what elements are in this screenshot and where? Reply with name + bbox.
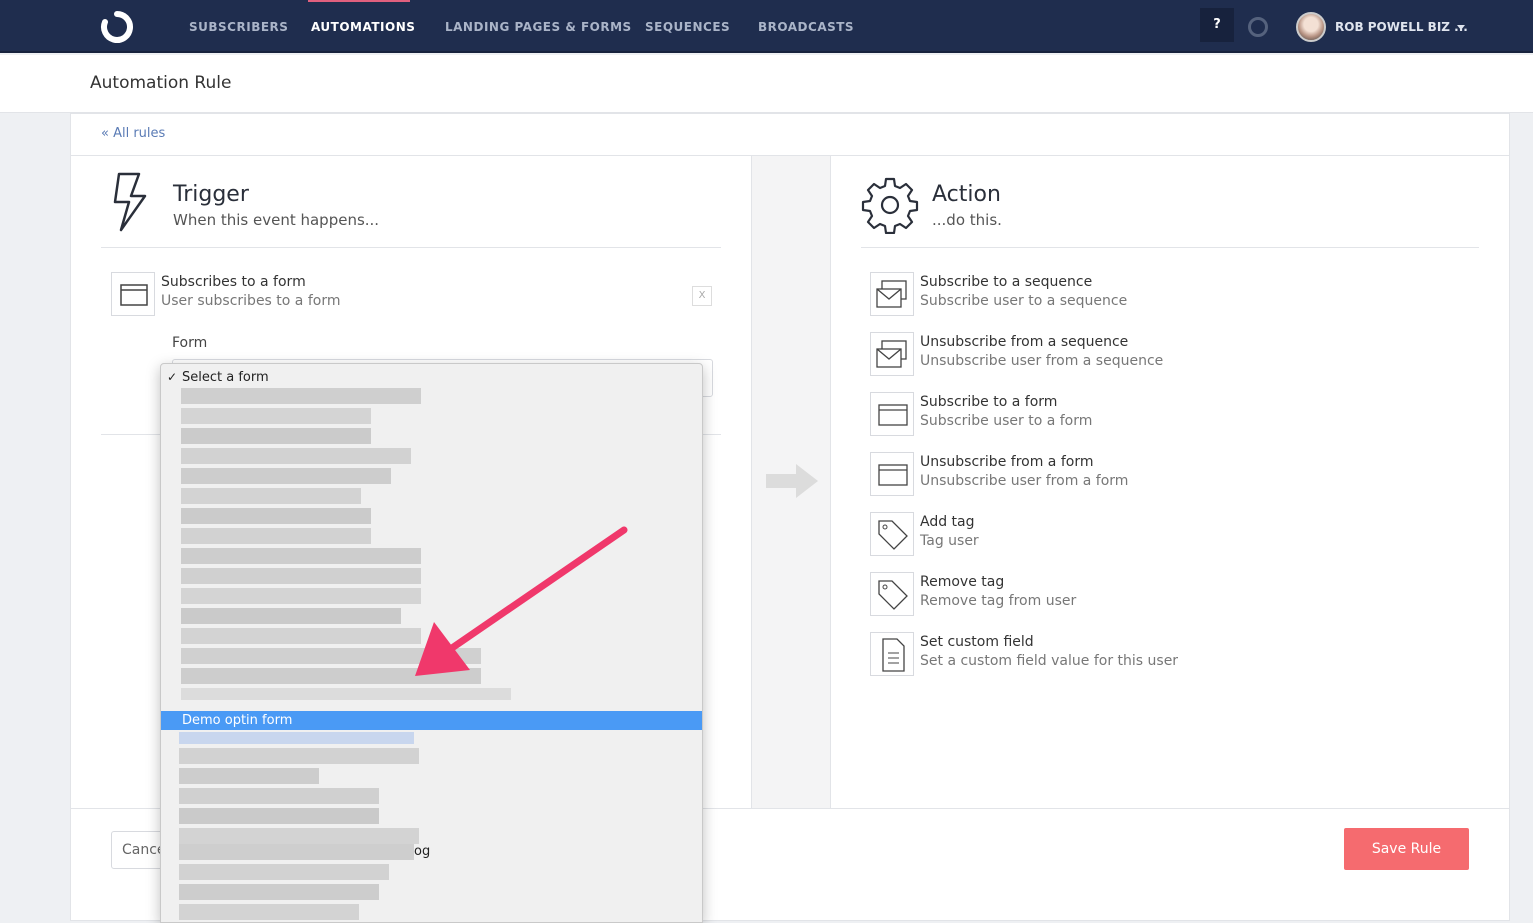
action-option-subtitle: Subscribe user to a form: [920, 413, 1093, 429]
chevron-down-icon[interactable]: [1457, 25, 1465, 34]
action-option-title: Unsubscribe from a form: [920, 454, 1094, 470]
action-option-subtitle: Unsubscribe user from a form: [920, 473, 1129, 489]
action-option-subtitle: Remove tag from user: [920, 593, 1077, 609]
action-option-subtitle: Set a custom field value for this user: [920, 653, 1179, 669]
help-button[interactable]: ?: [1200, 8, 1234, 42]
loading-ring-icon: [1248, 17, 1268, 37]
nav-sequences[interactable]: SEQUENCES: [645, 20, 730, 34]
trigger-name: Subscribes to a form: [161, 274, 306, 290]
form-label: Form: [172, 335, 208, 351]
form-icon: [870, 452, 914, 496]
save-rule-button[interactable]: Save Rule: [1344, 828, 1469, 870]
document-icon: [870, 632, 914, 676]
action-option-title: Unsubscribe from a sequence: [920, 334, 1129, 350]
user-menu[interactable]: ROB POWELL BIZ ...: [1335, 20, 1468, 34]
arrow-right-icon: [766, 464, 818, 498]
page-title: Automation Rule: [90, 73, 232, 93]
tag-icon: [870, 512, 914, 556]
remove-trigger-button[interactable]: X: [692, 286, 712, 306]
action-option-subtitle: Tag user: [920, 533, 979, 549]
form-icon: [111, 272, 155, 316]
avatar[interactable]: [1296, 12, 1326, 42]
sequence-icon: [870, 332, 914, 376]
dropdown-option-placeholder[interactable]: ✓ Select a form: [161, 368, 702, 387]
action-option-subtitle: Unsubscribe user from a sequence: [920, 353, 1164, 369]
action-option-title: Subscribe to a form: [920, 394, 1058, 410]
nav-automations[interactable]: AUTOMATIONS: [311, 20, 415, 34]
trigger-title: Trigger: [173, 182, 249, 207]
action-option-subtitle: Subscribe user to a sequence: [920, 293, 1128, 309]
top-nav: SUBSCRIBERS AUTOMATIONS LANDING PAGES & …: [0, 0, 1533, 53]
trigger-subtitle: When this event happens...: [173, 211, 380, 229]
sequence-icon: [870, 272, 914, 316]
flow-divider: [751, 156, 831, 808]
partial-option-text: og: [414, 844, 431, 859]
checkmark-icon: ✓: [167, 370, 178, 384]
nav-subscribers[interactable]: SUBSCRIBERS: [189, 20, 288, 34]
action-option-title: Subscribe to a sequence: [920, 274, 1093, 290]
page-header: Automation Rule: [0, 55, 1533, 113]
divider: [101, 247, 721, 248]
convertkit-logo[interactable]: [100, 10, 134, 44]
all-rules-link[interactable]: « All rules: [101, 126, 165, 141]
nav-broadcasts[interactable]: BROADCASTS: [758, 20, 854, 34]
active-indicator: [308, 0, 410, 2]
nav-landing-pages-forms[interactable]: LANDING PAGES & FORMS: [445, 20, 632, 34]
action-subtitle: ...do this.: [932, 211, 1002, 229]
option-label: Select a form: [182, 370, 269, 385]
form-dropdown-menu[interactable]: ✓ Select a form Demo optin form og: [160, 363, 703, 923]
action-option-title: Remove tag: [920, 574, 1005, 590]
tag-icon: [870, 572, 914, 616]
action-option-title: Set custom field: [920, 634, 1034, 650]
dropdown-option-demo-optin-form[interactable]: Demo optin form: [161, 711, 702, 730]
trigger-description: User subscribes to a form: [161, 293, 341, 309]
gear-icon: [861, 177, 919, 234]
action-option-title: Add tag: [920, 514, 975, 530]
form-icon: [870, 392, 914, 436]
lightning-icon: [113, 172, 147, 232]
action-title: Action: [932, 182, 1001, 207]
divider: [861, 247, 1479, 248]
